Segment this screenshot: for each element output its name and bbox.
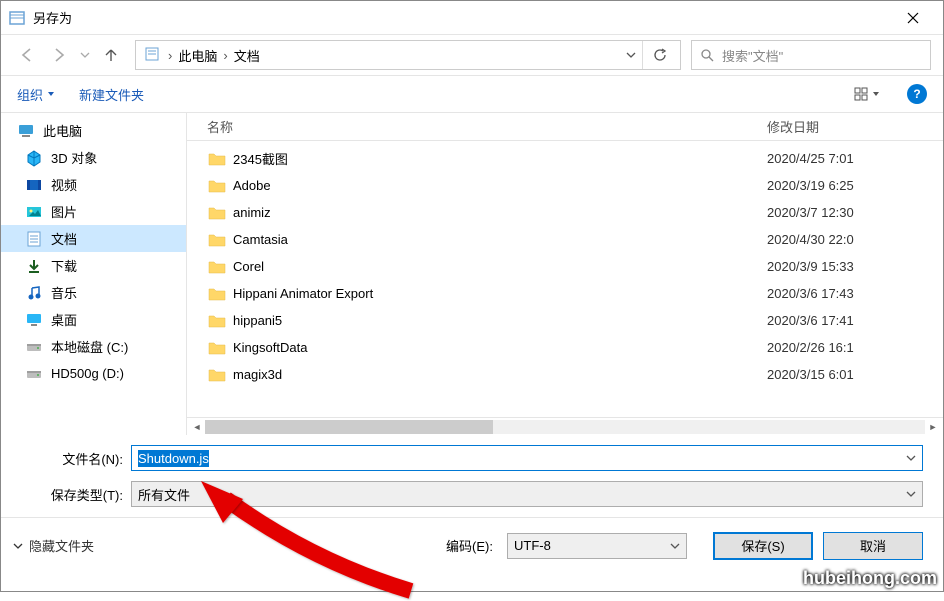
horizontal-scrollbar[interactable]: ◄ ►	[187, 417, 943, 435]
folder-icon	[207, 176, 227, 196]
close-button[interactable]	[891, 3, 935, 33]
3d-icon	[25, 149, 43, 167]
file-row[interactable]: hippani52020/3/6 17:41	[187, 307, 943, 334]
folder-icon	[207, 365, 227, 385]
chevron-down-icon	[906, 489, 916, 499]
documents-icon	[144, 46, 162, 64]
tree-item[interactable]: 图片	[1, 198, 186, 225]
column-date-header[interactable]: 修改日期	[767, 117, 819, 136]
encoding-label: 编码(E):	[446, 536, 493, 555]
address-bar[interactable]: › 此电脑 › 文档	[135, 40, 681, 70]
filetype-select[interactable]: 所有文件	[131, 481, 923, 507]
file-row[interactable]: animiz2020/3/7 12:30	[187, 199, 943, 226]
file-row[interactable]: Adobe2020/3/19 6:25	[187, 172, 943, 199]
drive-icon	[25, 338, 43, 356]
encoding-select[interactable]: UTF-8	[507, 533, 687, 559]
tree-item[interactable]: 音乐	[1, 279, 186, 306]
tree-this-pc[interactable]: 此电脑	[1, 117, 186, 144]
chevron-down-icon[interactable]	[620, 50, 642, 60]
view-options-button[interactable]	[851, 82, 883, 106]
nav-up-button[interactable]	[97, 41, 125, 69]
help-button[interactable]: ?	[907, 84, 927, 104]
organize-button[interactable]: 组织	[17, 85, 55, 104]
folder-icon	[207, 284, 227, 304]
chevron-right-icon: ›	[166, 48, 174, 63]
scroll-thumb[interactable]	[205, 420, 493, 434]
file-row[interactable]: Corel2020/3/9 15:33	[187, 253, 943, 280]
pictures-icon	[25, 203, 43, 221]
file-row[interactable]: 2345截图2020/4/25 7:01	[187, 145, 943, 172]
column-name-header[interactable]: 名称	[207, 117, 767, 136]
documents-icon	[25, 230, 43, 248]
file-row[interactable]: KingsoftData2020/2/26 16:1	[187, 334, 943, 361]
tree-item[interactable]: 3D 对象	[1, 144, 186, 171]
chevron-down-icon	[13, 541, 23, 551]
pc-icon	[17, 122, 35, 140]
search-input[interactable]: 搜索"文档"	[691, 40, 931, 70]
tree-item[interactable]: 桌面	[1, 306, 186, 333]
tree-item[interactable]: HD500g (D:)	[1, 360, 186, 387]
video-icon	[25, 176, 43, 194]
folder-icon	[207, 149, 227, 169]
breadcrumb-root[interactable]: 此电脑	[174, 46, 221, 65]
navigation-tree[interactable]: 此电脑 3D 对象视频图片文档下载音乐桌面本地磁盘 (C:)HD500g (D:…	[1, 113, 187, 435]
nav-recent-button[interactable]	[77, 41, 93, 69]
app-icon	[9, 10, 25, 26]
hide-folders-button[interactable]: 隐藏文件夹	[13, 536, 94, 555]
chevron-right-icon: ›	[221, 48, 229, 63]
folder-icon	[207, 203, 227, 223]
tree-item[interactable]: 视频	[1, 171, 186, 198]
folder-icon	[207, 257, 227, 277]
folder-icon	[207, 311, 227, 331]
filename-label: 文件名(N):	[21, 449, 131, 468]
downloads-icon	[25, 257, 43, 275]
desktop-icon	[25, 311, 43, 329]
search-placeholder: 搜索"文档"	[722, 46, 783, 65]
folder-icon	[207, 230, 227, 250]
file-row[interactable]: Camtasia2020/4/30 22:0	[187, 226, 943, 253]
filetype-label: 保存类型(T):	[21, 485, 131, 504]
save-button[interactable]: 保存(S)	[713, 532, 813, 560]
breadcrumb-folder[interactable]: 文档	[230, 46, 264, 65]
search-icon	[700, 48, 714, 62]
cancel-button[interactable]: 取消	[823, 532, 923, 560]
tree-item[interactable]: 下载	[1, 252, 186, 279]
tree-item[interactable]: 文档	[1, 225, 186, 252]
file-list[interactable]: 2345截图2020/4/25 7:01Adobe2020/3/19 6:25a…	[187, 141, 943, 417]
nav-back-button[interactable]	[13, 41, 41, 69]
filename-input[interactable]: Shutdown.js	[131, 445, 923, 471]
window-title: 另存为	[33, 8, 891, 27]
scroll-right-icon[interactable]: ►	[925, 420, 941, 434]
nav-forward-button[interactable]	[45, 41, 73, 69]
scroll-left-icon[interactable]: ◄	[189, 420, 205, 434]
folder-icon	[207, 338, 227, 358]
refresh-button[interactable]	[642, 41, 676, 69]
file-row[interactable]: Hippani Animator Export2020/3/6 17:43	[187, 280, 943, 307]
chevron-down-icon[interactable]	[906, 452, 916, 464]
music-icon	[25, 284, 43, 302]
chevron-down-icon	[670, 541, 680, 551]
tree-item[interactable]: 本地磁盘 (C:)	[1, 333, 186, 360]
drive-icon	[25, 365, 43, 383]
file-row[interactable]: magix3d2020/3/15 6:01	[187, 361, 943, 388]
new-folder-button[interactable]: 新建文件夹	[79, 85, 144, 104]
